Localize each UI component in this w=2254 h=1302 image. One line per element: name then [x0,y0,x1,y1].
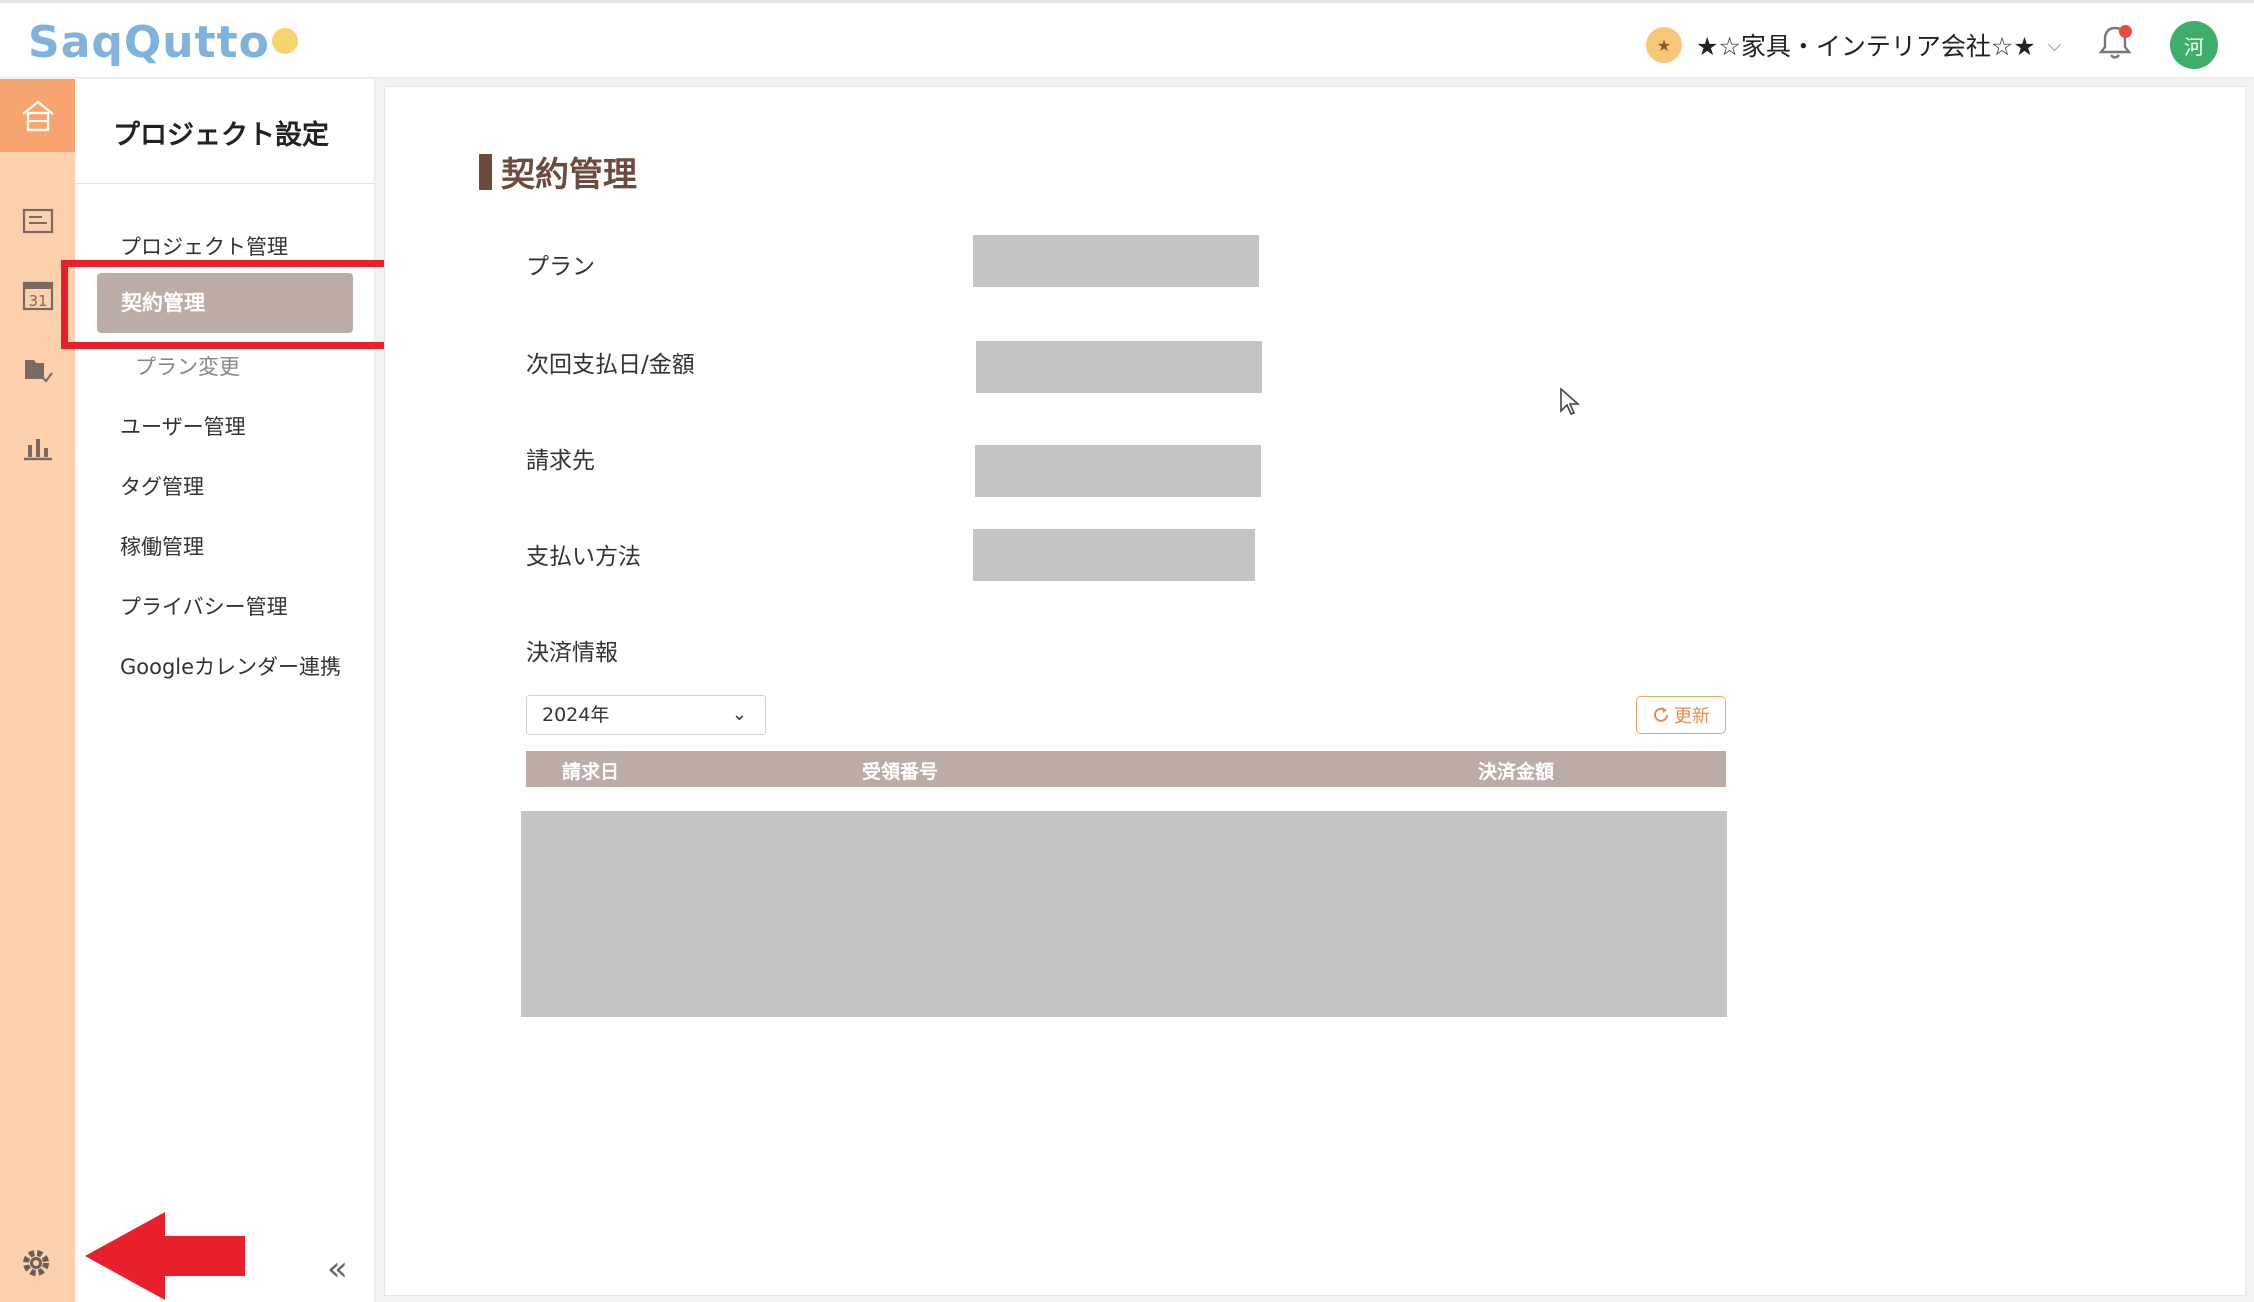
task-list-icon[interactable] [20,203,56,239]
field-value-billing-address [975,445,1261,497]
avatar[interactable]: 河 [2170,21,2218,69]
sidebar-item-project-management[interactable]: プロジェクト管理 [120,231,288,261]
chart-icon[interactable] [20,429,56,465]
column-header-billing-date: 請求日 [562,761,620,783]
bell-icon[interactable] [2098,25,2134,63]
field-label-plan: プラン [526,254,595,280]
app-logo[interactable]: SaqQutto [28,17,298,68]
field-label-billing-address: 請求先 [526,448,595,474]
chevron-down-icon: ⌵ [2047,34,2062,56]
company-name: ★☆家具・インテリア会社☆★ [1696,32,2036,61]
annotation-highlight-box [61,260,401,349]
payment-info-heading: 決済情報 [526,640,618,666]
star-coin-icon: ★ [1646,27,1682,63]
field-value-next-payment [976,341,1262,393]
home-icon[interactable] [0,79,75,152]
notification-dot [2119,25,2132,38]
sidebar-item-user-management[interactable]: ユーザー管理 [120,411,246,441]
logo-badge-icon [271,28,298,54]
top-bar: SaqQutto ★ ★☆家具・インテリア会社☆★ ⌵ 河 [0,0,2254,78]
year-select[interactable]: 2024年 ⌄ [526,695,766,735]
column-header-payment-amount: 決済金額 [1478,761,1555,783]
mouse-cursor-icon [1560,387,1581,415]
payment-table-header: 請求日 受領番号 決済金額 [526,751,1726,787]
field-label-payment-method: 支払い方法 [526,544,641,570]
annotation-arrow-icon [85,1212,245,1300]
folder-icon[interactable] [20,353,56,389]
main-panel: 契約管理 プラン 次回支払日/金額 請求先 支払い方法 決済情報 2024年 ⌄… [384,86,2246,1296]
calendar-icon[interactable]: 31 [20,277,56,313]
gear-icon[interactable] [18,1245,58,1285]
sidebar-item-tag-management[interactable]: タグ管理 [120,471,204,501]
sidebar-divider [75,183,375,184]
refresh-button[interactable]: 更新 [1636,696,1726,734]
refresh-icon [1654,707,1668,722]
sidebar-item-plan-change[interactable]: プラン変更 [135,351,240,381]
page-title: 契約管理 [479,147,637,196]
chevron-down-icon: ⌄ [731,704,747,725]
column-header-receipt-number: 受領番号 [862,761,939,783]
payment-table-body [521,811,1727,1017]
sidebar-item-google-calendar[interactable]: Googleカレンダー連携 [120,651,341,681]
svg-text:31: 31 [28,292,47,310]
field-label-next-payment: 次回支払日/金額 [526,352,695,378]
sidebar-title: プロジェクト設定 [113,120,329,151]
collapse-sidebar-button[interactable]: « [327,1249,348,1289]
sidebar-item-privacy-management[interactable]: プライバシー管理 [120,591,288,621]
company-switcher[interactable]: ★ ★☆家具・インテリア会社☆★ ⌵ [1646,25,2061,65]
title-accent-bar [479,153,492,190]
field-value-plan [973,235,1259,287]
sidebar-item-operation-management[interactable]: 稼働管理 [120,531,204,561]
field-value-payment-method [973,529,1255,581]
